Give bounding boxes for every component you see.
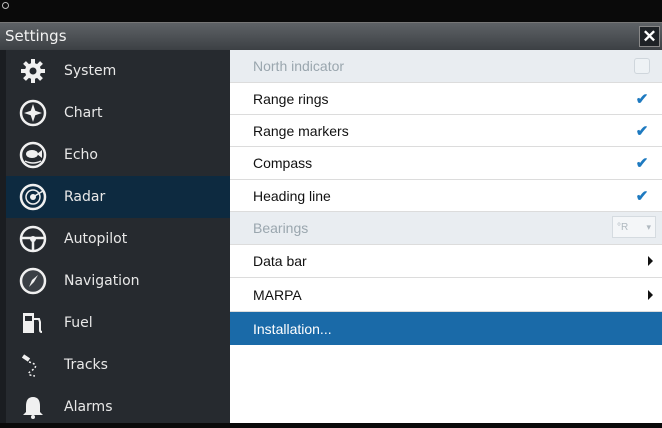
- chevron-right-icon: [647, 289, 653, 300]
- option-label: Bearings: [253, 220, 309, 236]
- checkmark-icon[interactable]: ✔: [636, 154, 649, 172]
- bell-icon: [18, 392, 48, 422]
- sidebar-item-label: Echo: [64, 147, 98, 163]
- title-bar: Settings ✕: [0, 22, 662, 50]
- sidebar-item-alarms[interactable]: Alarms: [6, 386, 230, 428]
- sidebar-item-tracks[interactable]: Tracks: [6, 344, 230, 386]
- sidebar-item-label: Fuel: [64, 315, 93, 331]
- sidebar-item-label: Chart: [64, 105, 103, 121]
- fuel-pump-icon: [18, 308, 48, 338]
- checkmark-icon[interactable]: ✔: [636, 90, 649, 108]
- option-label: MARPA: [253, 286, 302, 303]
- sidebar-item-echo[interactable]: Echo: [6, 134, 230, 176]
- option-label: Compass: [253, 155, 313, 171]
- compass-needle-icon: [18, 266, 48, 296]
- option-label: Installation...: [253, 320, 332, 337]
- sidebar-item-label: Alarms: [64, 399, 113, 415]
- option-compass[interactable]: Compass ✔: [230, 147, 662, 180]
- sidebar-item-label: Autopilot: [64, 231, 128, 247]
- option-range-markers[interactable]: Range markers ✔: [230, 115, 662, 147]
- option-label: Range markers: [253, 122, 349, 139]
- checkmark-icon[interactable]: ✔: [636, 122, 649, 140]
- sidebar-item-radar[interactable]: Radar: [6, 176, 230, 218]
- checkmark-icon[interactable]: ✔: [636, 187, 649, 205]
- option-range-rings[interactable]: Range rings ✔: [230, 83, 662, 115]
- bearings-dropdown: °R ▾: [612, 216, 656, 238]
- option-data-bar[interactable]: Data bar: [230, 245, 662, 278]
- chart-compass-icon: [18, 98, 48, 128]
- settings-sidebar: System Chart Echo Radar Autopilot Naviga…: [0, 50, 230, 423]
- close-icon: ✕: [642, 27, 657, 46]
- option-label: Data bar: [253, 253, 307, 269]
- option-heading-line[interactable]: Heading line ✔: [230, 180, 662, 212]
- chevron-right-icon: [647, 256, 653, 266]
- sidebar-item-chart[interactable]: Chart: [6, 92, 230, 134]
- option-label: Range rings: [253, 90, 329, 107]
- sidebar-item-label: Navigation: [64, 273, 140, 289]
- steering-wheel-icon: [18, 224, 48, 254]
- option-label: Heading line: [253, 187, 331, 204]
- close-button[interactable]: ✕: [639, 26, 660, 47]
- option-bearings: Bearings °R ▾: [230, 212, 662, 245]
- status-dot-icon: [2, 2, 9, 9]
- chevron-down-icon: ▾: [646, 221, 651, 232]
- tracks-icon: [18, 350, 48, 380]
- north-indicator-checkbox: [634, 58, 650, 74]
- option-marpa[interactable]: MARPA: [230, 278, 662, 312]
- echo-fish-icon: [18, 140, 48, 170]
- gear-icon: [18, 56, 48, 86]
- sidebar-item-fuel[interactable]: Fuel: [6, 302, 230, 344]
- option-label: North indicator: [253, 58, 345, 74]
- window-title: Settings: [5, 27, 67, 45]
- sidebar-item-system[interactable]: System: [6, 50, 230, 92]
- option-north-indicator: North indicator: [230, 50, 662, 83]
- sidebar-item-label: System: [64, 63, 117, 79]
- bearings-value: °R: [617, 221, 629, 233]
- sidebar-item-label: Tracks: [64, 357, 108, 373]
- sidebar-item-label: Radar: [64, 189, 106, 205]
- sidebar-item-autopilot[interactable]: Autopilot: [6, 218, 230, 260]
- sidebar-item-navigation[interactable]: Navigation: [6, 260, 230, 302]
- option-installation[interactable]: Installation...: [230, 312, 662, 345]
- radar-settings-panel: North indicator Range rings ✔ Range mark…: [230, 50, 662, 423]
- radar-icon: [18, 182, 48, 212]
- status-strip: [0, 0, 662, 22]
